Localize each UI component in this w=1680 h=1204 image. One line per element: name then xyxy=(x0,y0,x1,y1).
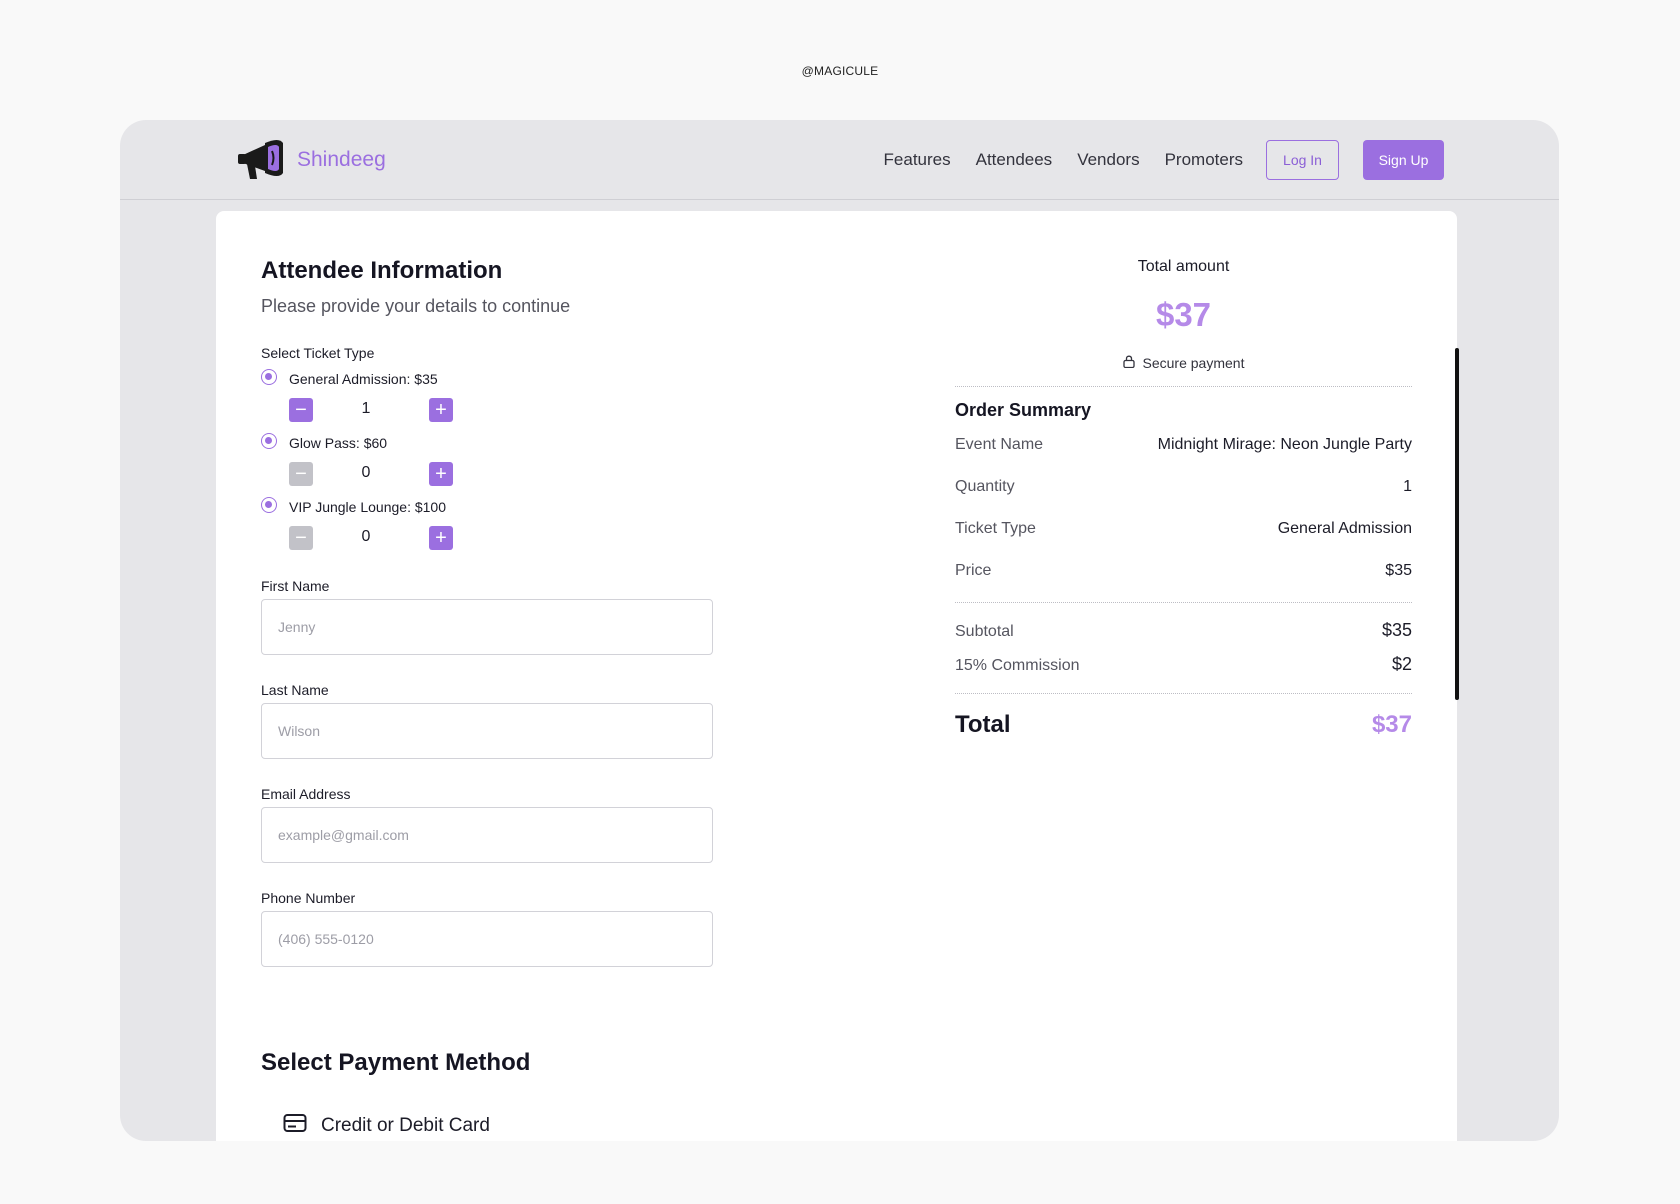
increment-general-button[interactable]: + xyxy=(429,398,453,422)
grand-total-row: Total $37 xyxy=(955,711,1412,739)
summary-value: Midnight Mirage: Neon Jungle Party xyxy=(1157,436,1412,453)
plus-icon: + xyxy=(435,463,447,485)
watermark: @MAGICULE xyxy=(801,64,879,78)
checkout-card: Attendee Information Please provide your… xyxy=(216,211,1457,1141)
divider xyxy=(955,693,1412,694)
minus-icon: − xyxy=(295,527,307,549)
email-field[interactable]: example@gmail.com xyxy=(261,807,713,863)
commission-label: 15% Commission xyxy=(955,657,1080,674)
signup-button[interactable]: Sign Up xyxy=(1363,140,1444,180)
grand-total-label: Total xyxy=(955,711,1011,738)
ticket-label-general: General Admission: $35 xyxy=(289,371,438,387)
total-amount-label: Total amount xyxy=(1137,258,1230,275)
megaphone-icon xyxy=(235,133,291,188)
summary-row-price: Price $35 xyxy=(955,562,1412,580)
summary-value: General Admission xyxy=(1277,520,1412,537)
increment-glow-button[interactable]: + xyxy=(429,462,453,486)
nav-link-attendees[interactable]: Attendees xyxy=(976,150,1053,170)
nav-links: Features Attendees Vendors Promoters xyxy=(884,120,1243,200)
minus-icon: − xyxy=(295,399,307,421)
login-button[interactable]: Log In xyxy=(1266,140,1339,180)
lock-icon xyxy=(1122,355,1143,371)
form-title: Attendee Information xyxy=(261,257,503,284)
last-name-label: Last Name xyxy=(261,682,329,698)
phone-field[interactable]: (406) 555-0120 xyxy=(261,911,713,967)
subtotal-row: Subtotal $35 xyxy=(955,620,1412,641)
nav-link-vendors[interactable]: Vendors xyxy=(1077,150,1139,170)
last-name-field[interactable]: Wilson xyxy=(261,703,713,759)
payment-title: Select Payment Method xyxy=(261,1049,531,1076)
summary-value: 1 xyxy=(1403,478,1412,495)
ticket-radio-general[interactable] xyxy=(261,369,277,385)
payment-option-label: Credit or Debit Card xyxy=(321,1115,490,1136)
form-subtitle: Please provide your details to continue xyxy=(261,296,571,316)
ticket-label-vip: VIP Jungle Lounge: $100 xyxy=(289,499,446,515)
phone-label: Phone Number xyxy=(261,890,356,906)
divider xyxy=(955,602,1412,603)
decrement-vip-button[interactable]: − xyxy=(289,526,313,550)
increment-vip-button[interactable]: + xyxy=(429,526,453,550)
minus-icon: − xyxy=(295,463,307,485)
browser-frame: Shindeeg Features Attendees Vendors Prom… xyxy=(120,120,1559,1141)
summary-value: $35 xyxy=(1385,562,1412,579)
ticket-radio-glow[interactable] xyxy=(261,433,277,449)
first-name-field[interactable]: Jenny xyxy=(261,599,713,655)
quantity-glow: 0 xyxy=(361,464,371,481)
decrement-general-button[interactable]: − xyxy=(289,398,313,422)
nav-link-features[interactable]: Features xyxy=(884,150,951,170)
secure-payment-label: Secure payment xyxy=(1142,355,1245,371)
summary-row-ticket-type: Ticket Type General Admission xyxy=(955,520,1412,538)
summary-row-quantity: Quantity 1 xyxy=(955,478,1412,496)
top-navigation: Shindeeg Features Attendees Vendors Prom… xyxy=(120,120,1559,200)
divider xyxy=(955,386,1412,387)
ticket-radio-vip[interactable] xyxy=(261,497,277,513)
brand-name: Shindeeg xyxy=(297,148,386,171)
summary-key: Quantity xyxy=(955,478,1015,495)
summary-key: Price xyxy=(955,562,992,579)
scroll-edge xyxy=(1455,348,1459,700)
quantity-general: 1 xyxy=(361,400,371,417)
payment-option-card[interactable]: Credit or Debit Card xyxy=(269,1113,490,1139)
subtotal-label: Subtotal xyxy=(955,623,1014,640)
secure-payment: Secure payment xyxy=(955,355,1412,371)
quantity-vip: 0 xyxy=(361,528,371,545)
total-amount-value: $37 xyxy=(1155,296,1212,333)
grand-total-value: $37 xyxy=(1371,711,1412,738)
summary-key: Ticket Type xyxy=(955,520,1036,537)
email-label: Email Address xyxy=(261,786,351,802)
nav-link-promoters[interactable]: Promoters xyxy=(1165,150,1243,170)
commission-value: $2 xyxy=(1391,654,1412,674)
ticket-type-label: Select Ticket Type xyxy=(261,345,375,361)
ticket-label-glow: Glow Pass: $60 xyxy=(289,435,388,451)
commission-row: 15% Commission $2 xyxy=(955,654,1412,675)
brand-logo[interactable]: Shindeeg xyxy=(235,135,386,185)
order-summary-title: Order Summary xyxy=(955,400,1092,420)
summary-key: Event Name xyxy=(955,436,1044,453)
subtotal-value: $35 xyxy=(1381,620,1412,640)
credit-card-icon xyxy=(283,1113,307,1139)
plus-icon: + xyxy=(435,527,447,549)
plus-icon: + xyxy=(435,399,447,421)
decrement-glow-button[interactable]: − xyxy=(289,462,313,486)
first-name-label: First Name xyxy=(261,578,330,594)
summary-row-event: Event Name Midnight Mirage: Neon Jungle … xyxy=(955,436,1412,454)
